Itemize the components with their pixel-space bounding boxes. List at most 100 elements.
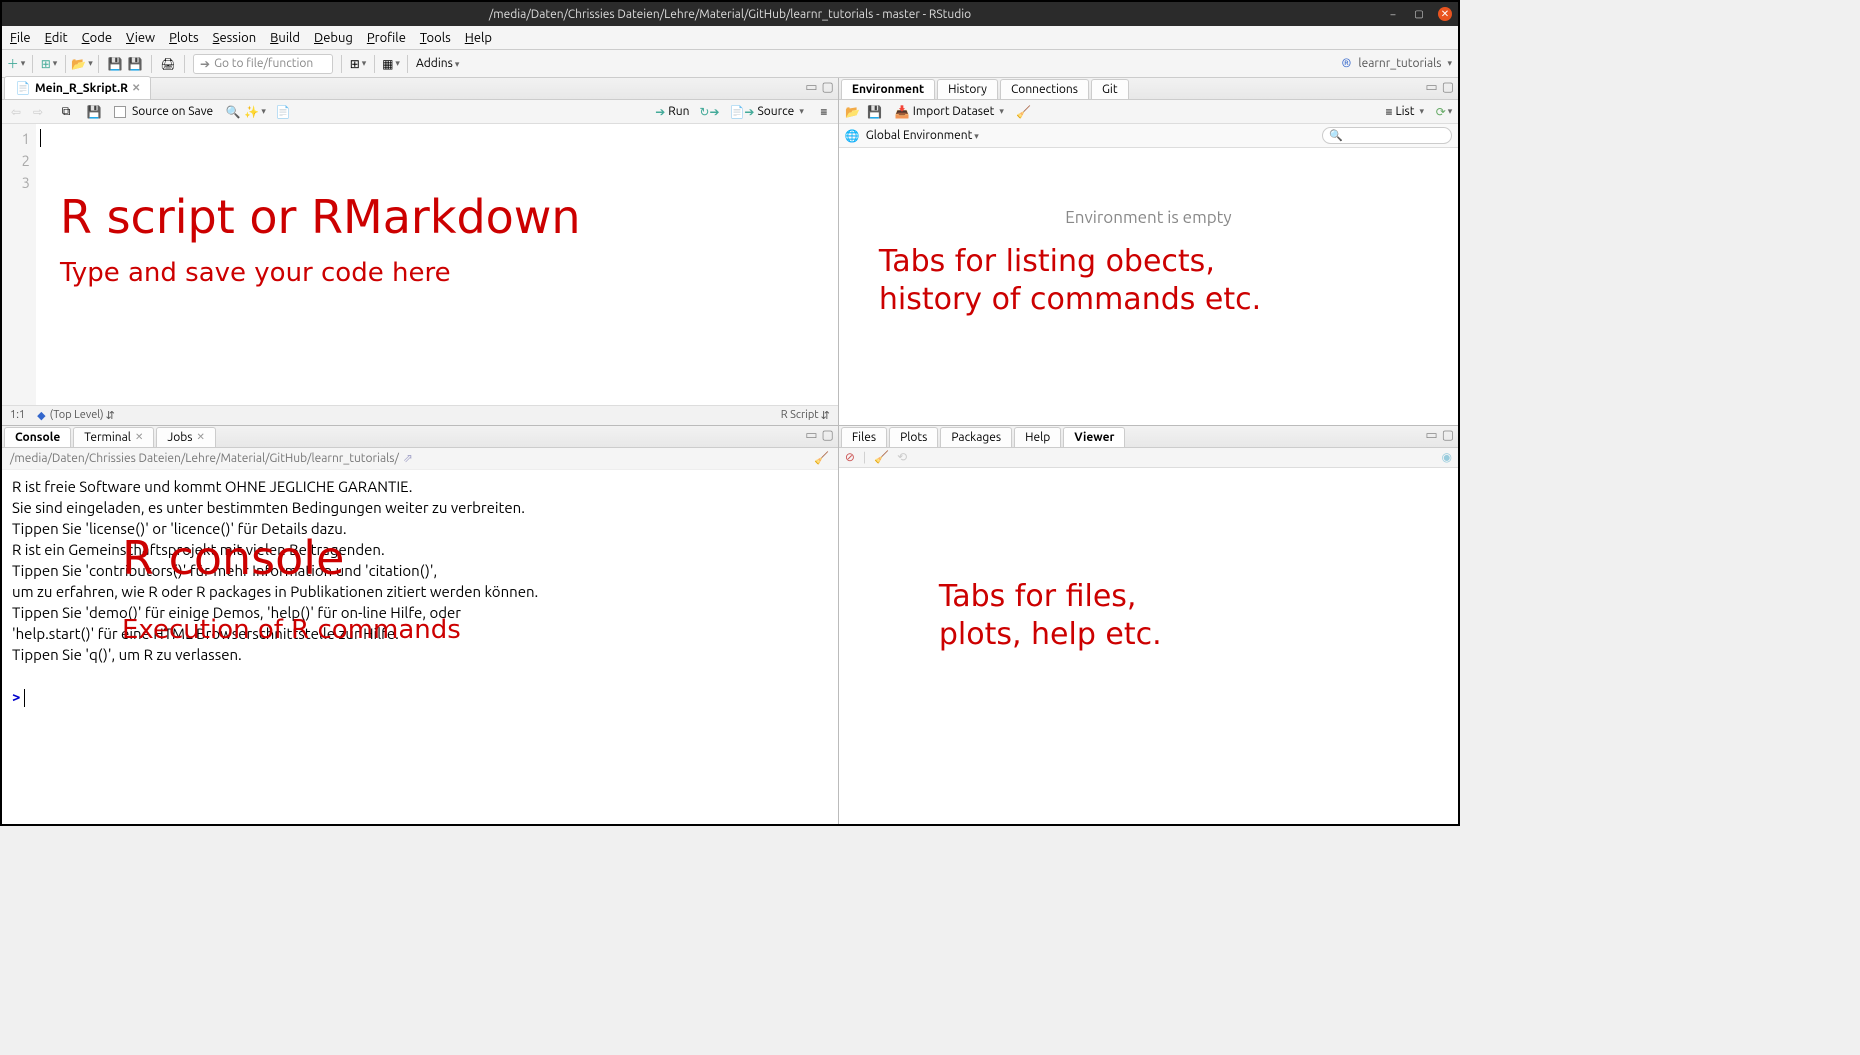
tools-grid-icon[interactable]: ⊞ <box>350 56 366 72</box>
menu-profile[interactable]: Profile <box>367 31 406 45</box>
publish-icon[interactable]: ◉ <box>1442 450 1452 464</box>
source-on-save-label: Source on Save <box>132 105 213 118</box>
project-selector[interactable]: ® learnr_tutorials <box>1338 56 1452 72</box>
scope-selector[interactable]: (Top Level) <box>50 409 104 421</box>
menu-build[interactable]: Build <box>270 31 300 45</box>
console-prompt: > <box>12 688 20 705</box>
compile-icon[interactable]: 📄 <box>275 104 291 120</box>
menu-tools[interactable]: Tools <box>420 31 451 45</box>
path-link-icon[interactable]: ⇗ <box>403 451 413 465</box>
import-dataset-button[interactable]: 📥Import Dataset <box>895 105 1004 119</box>
list-view-button[interactable]: ≡List <box>1386 105 1425 119</box>
popout-icon[interactable]: ⧉ <box>58 104 74 120</box>
source-editor[interactable]: 1 2 3 R script or RMarkdown Type and sav… <box>2 124 838 405</box>
refresh-icon[interactable]: ⟳ <box>1436 104 1452 120</box>
remove-viewer-icon[interactable]: ⊘ <box>845 450 855 464</box>
menu-file[interactable]: File <box>10 31 31 45</box>
run-button[interactable]: ➔Run <box>655 105 689 119</box>
tab-help[interactable]: Help <box>1014 427 1061 447</box>
minimize-pane-icon[interactable]: ▭ <box>1425 80 1437 95</box>
menu-code[interactable]: Code <box>82 31 112 45</box>
viewer-tabs: Files Plots Packages Help Viewer ▭ ▢ <box>839 426 1458 448</box>
close-icon[interactable]: ✕ <box>1438 7 1452 21</box>
save-all-icon[interactable]: 💾 <box>127 56 143 72</box>
tab-jobs[interactable]: Jobs✕ <box>156 427 216 447</box>
env-scope-bar: 🌐 Global Environment 🔍 <box>839 124 1458 148</box>
minimize-pane-icon[interactable]: ▭ <box>1425 428 1437 443</box>
tab-git[interactable]: Git <box>1091 79 1129 99</box>
env-search-input[interactable]: 🔍 <box>1322 127 1452 144</box>
goto-placeholder: Go to file/function <box>214 57 313 70</box>
rerun-icon[interactable]: ↻➔ <box>701 104 717 120</box>
tab-terminal[interactable]: Terminal✕ <box>73 427 154 447</box>
minimize-pane-icon[interactable]: ▭ <box>805 80 817 95</box>
clear-viewer-icon[interactable]: 🧹 <box>874 450 889 464</box>
menu-plots[interactable]: Plots <box>169 31 199 45</box>
load-workspace-icon[interactable]: 📂 <box>845 104 861 120</box>
minimize-icon[interactable]: – <box>1386 7 1400 21</box>
env-empty-text: Environment is empty <box>849 208 1448 227</box>
open-file-icon[interactable]: 📂 <box>74 56 90 72</box>
maximize-pane-icon[interactable]: ▢ <box>822 80 834 95</box>
env-toolbar: 📂 💾 📥Import Dataset 🧹 ≡List ⟳ <box>839 100 1458 124</box>
source-on-save-checkbox[interactable] <box>114 106 126 118</box>
window-titlebar: /media/Daten/Chrissies Dateien/Lehre/Mat… <box>2 2 1458 26</box>
tab-files[interactable]: Files <box>841 427 887 447</box>
source-statusbar: 1:1 ◆ (Top Level) ⇵ R Script ⇵ <box>2 405 838 425</box>
new-project-icon[interactable]: ⊞ <box>41 56 57 72</box>
tab-viewer[interactable]: Viewer <box>1063 427 1125 447</box>
tab-packages[interactable]: Packages <box>940 427 1012 447</box>
menu-help[interactable]: Help <box>465 31 492 45</box>
line-gutter: 1 2 3 <box>2 124 36 405</box>
env-scope-icon: 🌐 <box>845 129 860 143</box>
source-toolbar: ⇦ ⇨ ⧉ 💾 Source on Save 🔍 ✨ 📄 ➔Run ↻➔ <box>2 100 838 124</box>
tab-history[interactable]: History <box>937 79 998 99</box>
maximize-pane-icon[interactable]: ▢ <box>1442 80 1454 95</box>
tab-environment[interactable]: Environment <box>841 79 935 99</box>
annotation-source-sub: Type and save your code here <box>60 258 451 288</box>
save-icon[interactable]: 💾 <box>107 56 123 72</box>
source-button[interactable]: 📄➔Source <box>729 105 803 119</box>
env-scope-selector[interactable]: Global Environment <box>866 129 979 142</box>
nav-fwd-icon[interactable]: ⇨ <box>30 104 46 120</box>
maximize-pane-icon[interactable]: ▢ <box>822 428 834 443</box>
save-script-icon[interactable]: 💾 <box>86 104 102 120</box>
close-tab-icon[interactable]: ✕ <box>132 82 140 94</box>
source-tab-label: Mein_R_Skript.R <box>35 82 128 95</box>
tab-console[interactable]: Console <box>4 427 71 447</box>
project-name: learnr_tutorials <box>1358 57 1441 70</box>
outline-icon[interactable]: ≡ <box>816 104 832 120</box>
maximize-pane-icon[interactable]: ▢ <box>1442 428 1454 443</box>
annotation-viewer: Tabs for files,plots, help etc. <box>939 578 1162 654</box>
clear-env-icon[interactable]: 🧹 <box>1016 104 1032 120</box>
menu-bar: File Edit Code View Plots Session Build … <box>2 26 1458 50</box>
save-workspace-icon[interactable]: 💾 <box>867 104 883 120</box>
wand-icon[interactable]: ✨ <box>247 104 263 120</box>
new-file-icon[interactable]: ＋ <box>8 56 24 72</box>
maximize-icon[interactable]: ▢ <box>1412 7 1426 21</box>
source-tab[interactable]: 📄 Mein_R_Skript.R ✕ <box>4 76 151 99</box>
find-icon[interactable]: 🔍 <box>225 104 241 120</box>
sync-viewer-icon[interactable]: ⟲ <box>897 450 907 464</box>
menu-debug[interactable]: Debug <box>314 31 353 45</box>
minimize-pane-icon[interactable]: ▭ <box>805 428 817 443</box>
goto-arrow-icon: ➔ <box>200 57 210 71</box>
console-path: /media/Daten/Chrissies Dateien/Lehre/Mat… <box>10 452 399 465</box>
console-body[interactable]: R ist freie Software und kommt OHNE JEGL… <box>2 470 838 824</box>
project-icon: ® <box>1338 56 1354 72</box>
clear-console-icon[interactable]: 🧹 <box>814 450 830 466</box>
annotation-env: Tabs for listing obects,history of comma… <box>879 243 1261 319</box>
cursor-position: 1:1 <box>10 409 25 421</box>
panes-icon[interactable]: ▦ <box>383 56 399 72</box>
file-type-selector[interactable]: R Script <box>781 409 819 421</box>
nav-back-icon[interactable]: ⇦ <box>8 104 24 120</box>
print-icon[interactable]: 🖨 <box>160 56 176 72</box>
tab-plots[interactable]: Plots <box>889 427 938 447</box>
menu-view[interactable]: View <box>126 31 155 45</box>
addins-button[interactable]: Addins <box>416 57 459 70</box>
main-toolbar: ＋ ⊞ 📂 💾 💾 🖨 ➔ Go to file/function ⊞ ▦ Ad… <box>2 50 1458 78</box>
menu-edit[interactable]: Edit <box>45 31 68 45</box>
tab-connections[interactable]: Connections <box>1000 79 1089 99</box>
goto-file-input[interactable]: ➔ Go to file/function <box>193 54 333 74</box>
menu-session[interactable]: Session <box>213 31 256 45</box>
